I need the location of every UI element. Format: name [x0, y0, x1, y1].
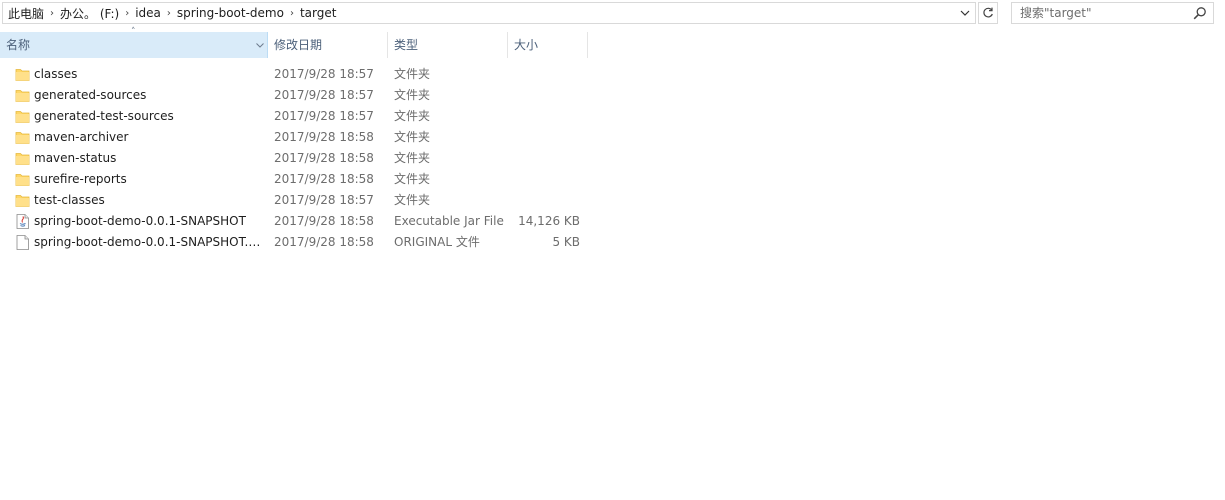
address-history-dropdown[interactable]: [957, 4, 973, 22]
breadcrumb-drive-f[interactable]: 办公。 (F:): [60, 5, 119, 22]
column-header-name[interactable]: ˄ 名称: [0, 27, 268, 58]
file-date: 2017/9/28 18:58: [274, 130, 374, 144]
address-row: 此电脑 › 办公。 (F:) › idea › spring-boot-demo…: [0, 0, 1225, 28]
file-name: surefire-reports: [34, 172, 127, 186]
list-item[interactable]: classes 2017/9/28 18:57 文件夹: [0, 64, 600, 85]
file-name: spring-boot-demo-0.0.1-SNAPSHOT: [34, 214, 246, 228]
file-type: 文件夹: [394, 88, 431, 102]
file-name: maven-status: [34, 151, 117, 165]
breadcrumb-spring-boot-demo[interactable]: spring-boot-demo: [177, 6, 284, 20]
file-date: 2017/9/28 18:58: [274, 151, 374, 165]
folder-icon: [15, 195, 30, 207]
file-name: test-classes: [34, 193, 105, 207]
breadcrumb-this-pc[interactable]: 此电脑: [8, 5, 44, 22]
file-type: 文件夹: [394, 67, 431, 81]
file-type: 文件夹: [394, 151, 431, 165]
file-size: [508, 85, 580, 106]
column-filter-dropdown[interactable]: [255, 32, 265, 58]
folder-icon: [15, 153, 30, 165]
list-item[interactable]: test-classes 2017/9/28 18:57 文件夹: [0, 190, 600, 211]
refresh-button[interactable]: [978, 2, 998, 24]
folder-icon: [15, 90, 30, 102]
file-date: 2017/9/28 18:57: [274, 88, 374, 102]
file-name: generated-test-sources: [34, 109, 174, 123]
file-size: [508, 169, 580, 190]
address-bar[interactable]: 此电脑 › 办公。 (F:) › idea › spring-boot-demo…: [2, 2, 976, 24]
sort-ascending-icon: ˄: [131, 27, 136, 37]
file-type: Executable Jar File: [394, 214, 504, 228]
list-item[interactable]: maven-archiver 2017/9/28 18:58 文件夹: [0, 127, 600, 148]
file-name: maven-archiver: [34, 130, 129, 144]
chevron-right-icon[interactable]: ›: [44, 8, 60, 19]
folder-icon: [15, 132, 30, 144]
file-list: classes 2017/9/28 18:57 文件夹 generated-so…: [0, 64, 1225, 253]
list-item[interactable]: spring-boot-demo-0.0.1-SNAPSHOT 2017/9/2…: [0, 211, 600, 232]
list-item[interactable]: generated-test-sources 2017/9/28 18:57 文…: [0, 106, 600, 127]
breadcrumb-idea[interactable]: idea: [135, 6, 161, 20]
search-input[interactable]: [1012, 4, 1190, 22]
file-date: 2017/9/28 18:57: [274, 193, 374, 207]
folder-icon: [15, 111, 30, 123]
java-jar-icon: [16, 214, 29, 229]
file-type: 文件夹: [394, 130, 431, 144]
file-size: [508, 106, 580, 127]
search-icon[interactable]: [1193, 6, 1207, 20]
column-header-date[interactable]: 修改日期: [268, 32, 388, 58]
file-name: classes: [34, 67, 78, 81]
column-header-type-label: 类型: [394, 38, 419, 52]
file-name: generated-sources: [34, 88, 147, 102]
file-size: [508, 190, 580, 211]
file-size: 14,126 KB: [518, 214, 580, 228]
column-header-type[interactable]: 类型: [388, 32, 508, 58]
file-type: 文件夹: [394, 172, 431, 186]
file-size: 5 KB: [552, 235, 580, 249]
file-type: 文件夹: [394, 109, 431, 123]
list-item[interactable]: generated-sources 2017/9/28 18:57 文件夹: [0, 85, 600, 106]
file-size: [508, 64, 580, 85]
chevron-right-icon[interactable]: ›: [119, 8, 135, 19]
column-header-date-label: 修改日期: [274, 38, 323, 52]
chevron-right-icon[interactable]: ›: [284, 8, 300, 19]
breadcrumb-target[interactable]: target: [300, 6, 337, 20]
folder-icon: [15, 69, 30, 81]
column-header-size-label: 大小: [514, 38, 539, 52]
refresh-icon: [983, 7, 993, 18]
chevron-down-icon: [256, 42, 264, 48]
file-date: 2017/9/28 18:58: [274, 214, 374, 228]
chevron-right-icon[interactable]: ›: [161, 8, 177, 19]
file-type: 文件夹: [394, 193, 431, 207]
file-size: [508, 127, 580, 148]
list-item[interactable]: maven-status 2017/9/28 18:58 文件夹: [0, 148, 600, 169]
chevron-down-icon: [960, 10, 970, 16]
list-item[interactable]: surefire-reports 2017/9/28 18:58 文件夹: [0, 169, 600, 190]
file-explorer-window: 此电脑 › 办公。 (F:) › idea › spring-boot-demo…: [0, 0, 1225, 500]
search-box[interactable]: [1011, 2, 1214, 24]
column-headers: ˄ 名称 修改日期 类型 大小: [0, 27, 1225, 58]
file-date: 2017/9/28 18:58: [274, 235, 374, 249]
file-date: 2017/9/28 18:57: [274, 109, 374, 123]
file-name: spring-boot-demo-0.0.1-SNAPSHOT.j...: [34, 235, 262, 249]
folder-icon: [15, 174, 30, 186]
file-icon: [16, 235, 29, 250]
file-date: 2017/9/28 18:57: [274, 67, 374, 81]
file-type: ORIGINAL 文件: [394, 235, 480, 249]
file-date: 2017/9/28 18:58: [274, 172, 374, 186]
file-size: [508, 148, 580, 169]
column-header-name-label: 名称: [6, 38, 31, 52]
column-header-size[interactable]: 大小: [508, 32, 588, 58]
list-item[interactable]: spring-boot-demo-0.0.1-SNAPSHOT.j... 201…: [0, 232, 600, 253]
